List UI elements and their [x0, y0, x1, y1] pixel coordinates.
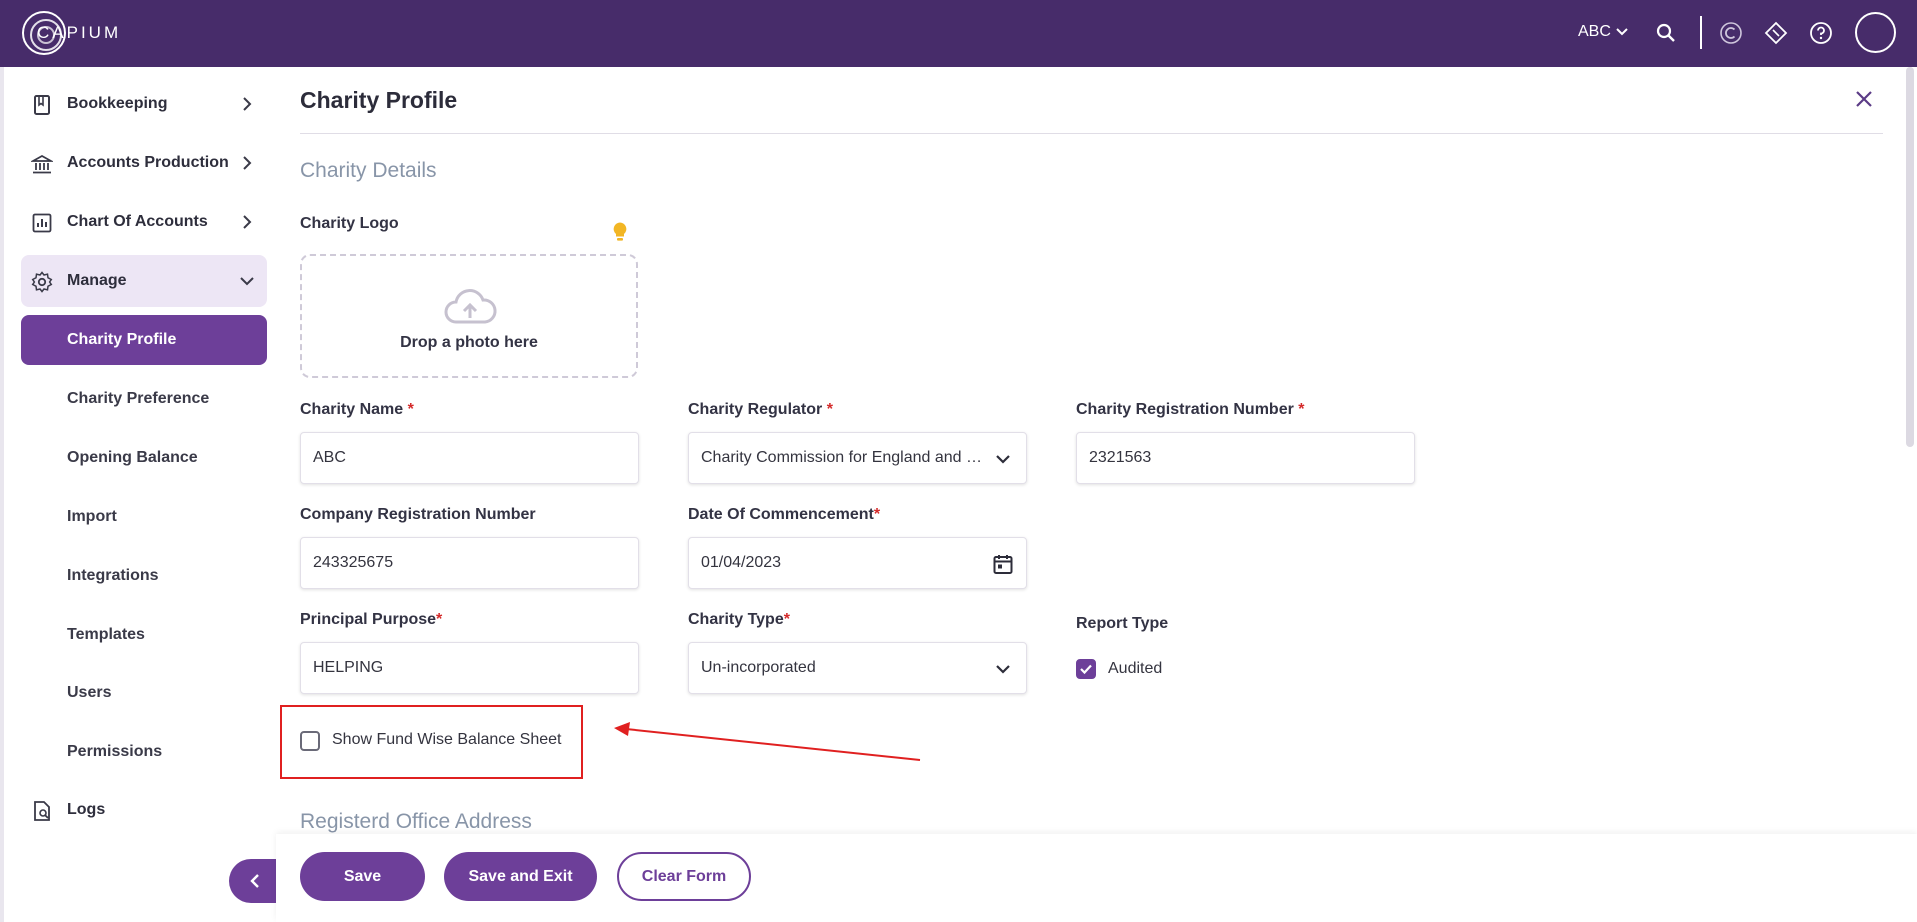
charity-name-input[interactable]: ABC — [300, 432, 639, 484]
sidebar-subitem-label: Charity Preference — [67, 390, 210, 407]
sidebar-subitem-charity-profile[interactable]: Charity Profile — [21, 315, 267, 365]
sidebar-subitem-label: Permissions — [67, 743, 163, 760]
fund-wise-checkbox[interactable] — [300, 731, 320, 751]
sidebar-subitem-label: Opening Balance — [67, 449, 198, 466]
chevron-right-icon — [243, 156, 252, 170]
save-and-exit-button[interactable]: Save and Exit — [444, 852, 597, 901]
sidebar-item-label: Logs — [67, 801, 106, 818]
sidebar-subitem-users[interactable]: Users — [21, 668, 267, 718]
chevron-down-icon — [240, 277, 254, 286]
chevron-right-icon — [243, 215, 252, 229]
help-icon[interactable] — [1807, 19, 1835, 47]
charity-logo-label: Charity Logo — [300, 215, 399, 232]
close-icon[interactable] — [1852, 87, 1876, 111]
sidebar-subitem-label: Templates — [67, 626, 145, 643]
book-icon — [34, 95, 50, 115]
clear-form-button[interactable]: Clear Form — [617, 852, 751, 901]
sidebar: Bookkeeping Accounts Production Chart Of… — [0, 67, 281, 922]
scrollbar[interactable] — [1906, 67, 1914, 447]
sidebar-subitem-label: Integrations — [67, 567, 159, 584]
sidebar-subitem-label: Import — [67, 508, 117, 525]
sidebar-item-label: Bookkeeping — [67, 95, 168, 112]
main-panel: Charity Profile Charity Details Charity … — [276, 67, 1917, 922]
bank-icon — [31, 154, 53, 174]
sidebar-item-accounts-production[interactable]: Accounts Production — [21, 137, 267, 189]
date-commencement-label: Date Of Commencement* — [688, 506, 881, 523]
user-avatar[interactable] — [1855, 12, 1896, 53]
sidebar-subitem-opening-balance[interactable]: Opening Balance — [21, 433, 267, 483]
charity-type-label: Charity Type* — [688, 611, 790, 628]
sidebar-item-label: Accounts Production — [67, 154, 229, 171]
company-registration-input[interactable]: 243325675 — [300, 537, 639, 589]
report-type-label: Report Type — [1076, 615, 1169, 632]
audited-label: Audited — [1108, 660, 1163, 677]
section-title-registered-office: Registerd Office Address — [300, 810, 532, 833]
sidebar-subitem-templates[interactable]: Templates — [21, 610, 267, 660]
chevron-down-icon — [996, 665, 1010, 674]
sidebar-item-chart-of-accounts[interactable]: Chart Of Accounts — [21, 196, 267, 248]
org-name: ABC — [1578, 23, 1611, 40]
dropzone-text: Drop a photo here — [400, 334, 538, 351]
sidebar-item-bookkeeping[interactable]: Bookkeeping — [21, 78, 267, 130]
company-registration-label: Company Registration Number — [300, 506, 536, 523]
lightbulb-icon[interactable] — [611, 221, 629, 243]
title-divider — [300, 133, 1883, 134]
top-bar: CAPIUM ABC — [0, 0, 1917, 67]
gear-icon — [31, 271, 53, 293]
sidebar-subitem-label: Charity Profile — [67, 331, 177, 348]
sidebar-subitem-label: Users — [67, 684, 112, 701]
sidebar-subitem-permissions[interactable]: Permissions — [21, 727, 267, 777]
toolbar-divider — [1700, 16, 1702, 49]
save-button[interactable]: Save — [300, 852, 425, 901]
capium-c-icon[interactable] — [1717, 19, 1745, 47]
page-title: Charity Profile — [300, 87, 458, 113]
charity-type-select[interactable]: Un-incorporated — [688, 642, 1027, 694]
sidebar-item-manage[interactable]: Manage — [21, 255, 267, 307]
charity-name-label: Charity Name * — [300, 401, 414, 418]
search-icon[interactable] — [1652, 19, 1680, 47]
bar-chart-icon — [32, 213, 52, 233]
logo-dropzone[interactable]: Drop a photo here — [300, 254, 638, 378]
fund-wise-label: Show Fund Wise Balance Sheet — [332, 731, 562, 748]
charity-regulator-select[interactable]: Charity Commission for England and Wales — [688, 432, 1027, 484]
chevron-left-icon — [250, 874, 259, 888]
annotation-arrow — [614, 722, 921, 761]
sidebar-subitem-integrations[interactable]: Integrations — [21, 551, 267, 601]
cloud-upload-icon — [444, 289, 497, 324]
document-search-icon — [34, 801, 50, 821]
brand-name: CAPIUM — [37, 23, 122, 42]
audited-checkbox[interactable] — [1076, 659, 1096, 679]
charity-regulator-label: Charity Regulator * — [688, 401, 833, 418]
org-switcher[interactable]: ABC — [1578, 23, 1629, 41]
date-commencement-input[interactable]: 01/04/2023 — [688, 537, 1027, 589]
chevron-down-icon — [1616, 28, 1628, 36]
sidebar-item-logs[interactable]: Logs — [21, 784, 267, 836]
collapse-sidebar-button[interactable] — [229, 859, 281, 903]
chevron-right-icon — [243, 97, 252, 111]
sidebar-subitem-charity-preference[interactable]: Charity Preference — [21, 374, 267, 424]
chevron-down-icon — [996, 455, 1010, 464]
principal-purpose-input[interactable]: HELPING — [300, 642, 639, 694]
calendar-icon[interactable] — [992, 553, 1014, 575]
sidebar-item-label: Chart Of Accounts — [67, 213, 208, 230]
principal-purpose-label: Principal Purpose* — [300, 611, 443, 628]
registration-number-input[interactable]: 2321563 — [1076, 432, 1415, 484]
registration-number-label: Charity Registration Number * — [1076, 401, 1305, 418]
ticket-icon[interactable] — [1762, 19, 1790, 47]
checkmark-icon — [1080, 664, 1092, 675]
sidebar-item-label: Manage — [67, 272, 127, 289]
capium-logo[interactable]: CAPIUM — [22, 11, 118, 55]
section-title-charity-details: Charity Details — [300, 159, 437, 182]
sidebar-subitem-import[interactable]: Import — [21, 492, 267, 542]
